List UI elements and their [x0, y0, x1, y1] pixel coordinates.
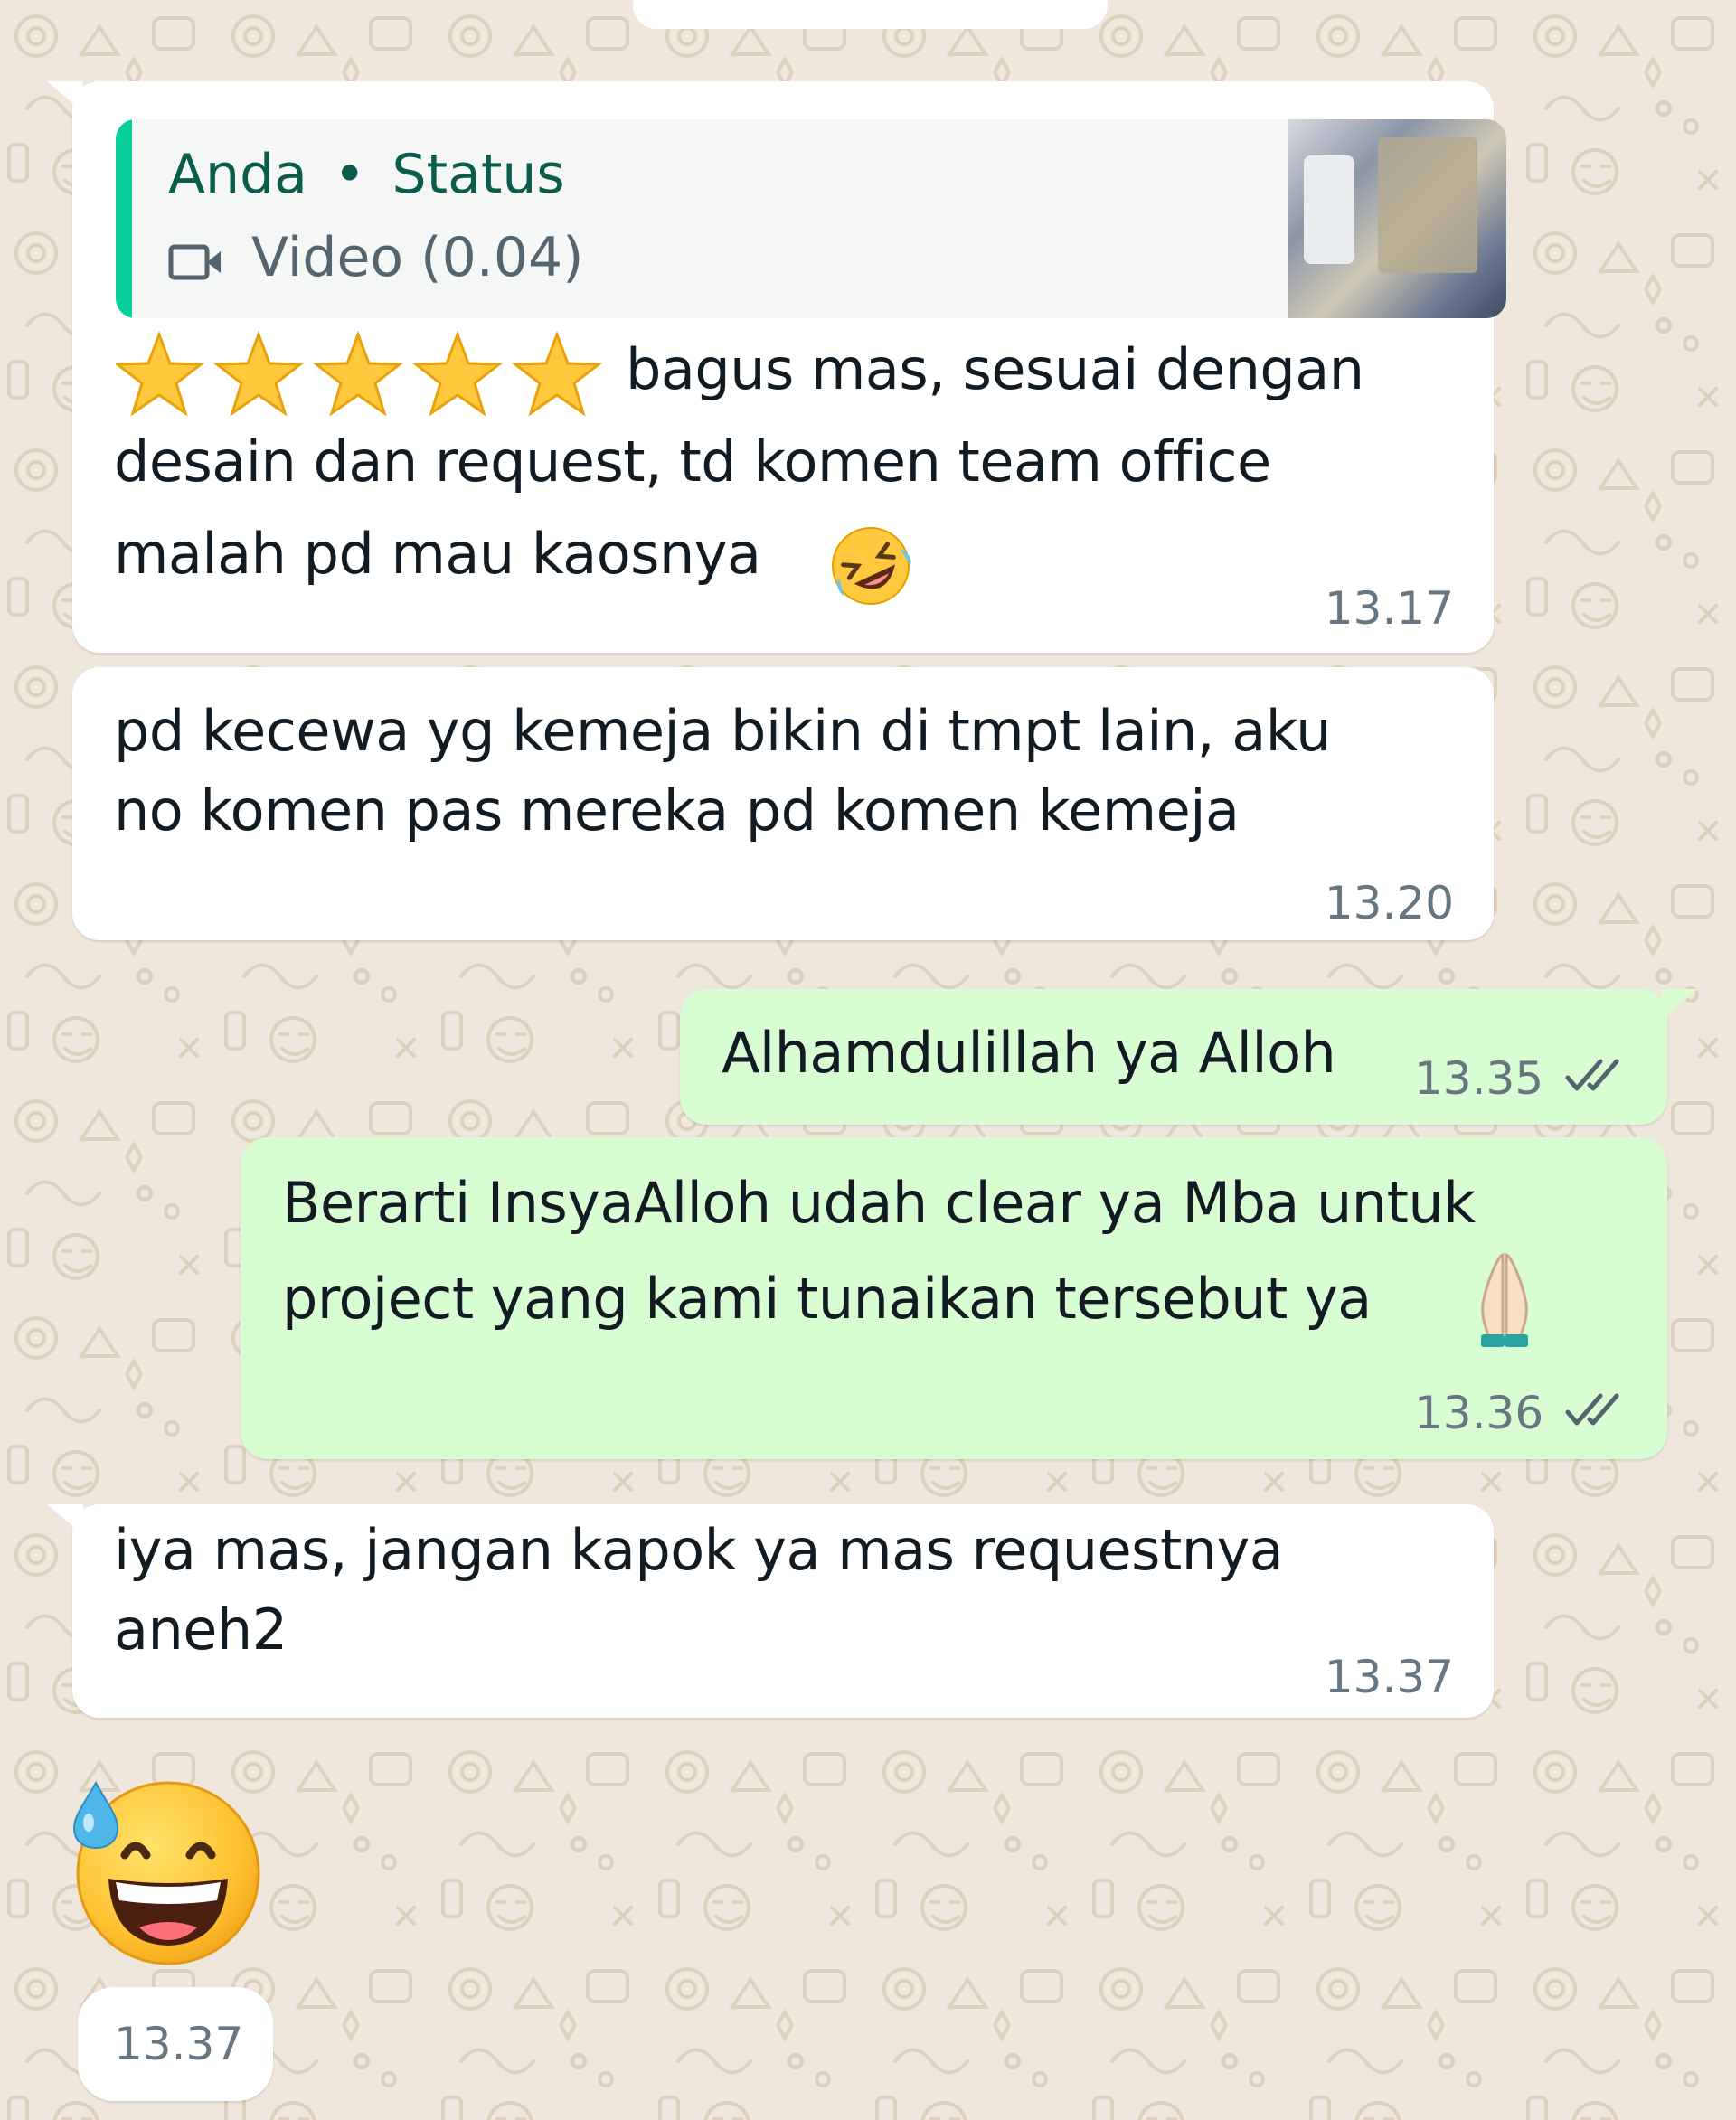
message-bubble-incoming[interactable]: pd kecewa yg kemeja bikin di tmpt lain, … [72, 667, 1494, 940]
grinning-face-with-sweat-emoji[interactable] [71, 1772, 266, 1967]
read-double-tick-icon [1565, 1059, 1619, 1091]
message-text-line: desain dan request, td komen team office [114, 429, 1271, 495]
message-text-line: iya mas, jangan kapok ya mas requestnya [114, 1517, 1284, 1583]
message-text-line: pd kecewa yg kemeja bikin di tmpt lain, … [114, 698, 1331, 764]
quote-header: Anda • Status [168, 143, 565, 206]
message-bubble-incoming[interactable]: iya mas, jangan kapok ya mas requestnya … [47, 1504, 1494, 1718]
rating-stars [116, 330, 603, 417]
thumbnail-detail [1304, 155, 1354, 264]
read-double-tick-icon [1565, 1393, 1619, 1426]
message-time: 13.20 [1324, 877, 1454, 929]
bubble-tail [47, 1504, 83, 1535]
date-chip [633, 0, 1108, 29]
folded-hands-emoji [1481, 1252, 1528, 1347]
message-time: 13.37 [1324, 1651, 1454, 1703]
message-time: 13.37 [114, 2018, 244, 2070]
video-camera-icon [168, 244, 221, 280]
rolling-on-floor-laughing-emoji [832, 527, 911, 605]
message-text-line: bagus mas, sesuai dengan [626, 336, 1364, 402]
star-icon [212, 330, 305, 417]
quoted-status-reply[interactable]: Anda • Status Video (0.04) [116, 119, 1506, 318]
message-text-line: Alhamdulillah ya Alloh [722, 1020, 1336, 1086]
bubble-tail [47, 81, 83, 112]
status-video-thumbnail[interactable] [1288, 119, 1506, 318]
message-text-line: malah pd mau kaosnya [114, 521, 761, 587]
quote-separator: • [334, 143, 366, 206]
message-time: 13.35 [1414, 1052, 1544, 1105]
star-icon [411, 330, 504, 417]
message-time: 13.17 [1324, 582, 1454, 635]
quote-media-label: Video (0.04) [251, 226, 584, 289]
message-bubble-outgoing[interactable]: Alhamdulillah ya Alloh 13.35 [680, 989, 1698, 1125]
message-bubble-incoming[interactable]: Anda • Status Video (0.04) bagus mas, se… [47, 81, 1506, 653]
star-icon [116, 330, 205, 417]
message-time: 13.36 [1414, 1387, 1544, 1439]
message-text-line: Berarti InsyaAlloh udah clear ya Mba unt… [282, 1170, 1476, 1236]
message-text-line: aneh2 [114, 1597, 288, 1663]
message-bubble-outgoing[interactable]: Berarti InsyaAlloh udah clear ya Mba unt… [241, 1137, 1667, 1459]
quote-author: Anda [168, 143, 307, 206]
message-text-line: no komen pas mereka pd komen kemeja [114, 777, 1240, 843]
quote-source: Status [392, 143, 565, 206]
bubble-tail [1662, 989, 1698, 1020]
sticker-time-chip: 13.37 [78, 1987, 273, 2101]
star-icon [511, 330, 603, 417]
message-text-line: project yang kami tunaikan tersebut ya [282, 1266, 1372, 1332]
thumbnail-detail [1378, 137, 1477, 273]
quote-accent-bar [116, 119, 132, 318]
star-icon [312, 330, 404, 417]
